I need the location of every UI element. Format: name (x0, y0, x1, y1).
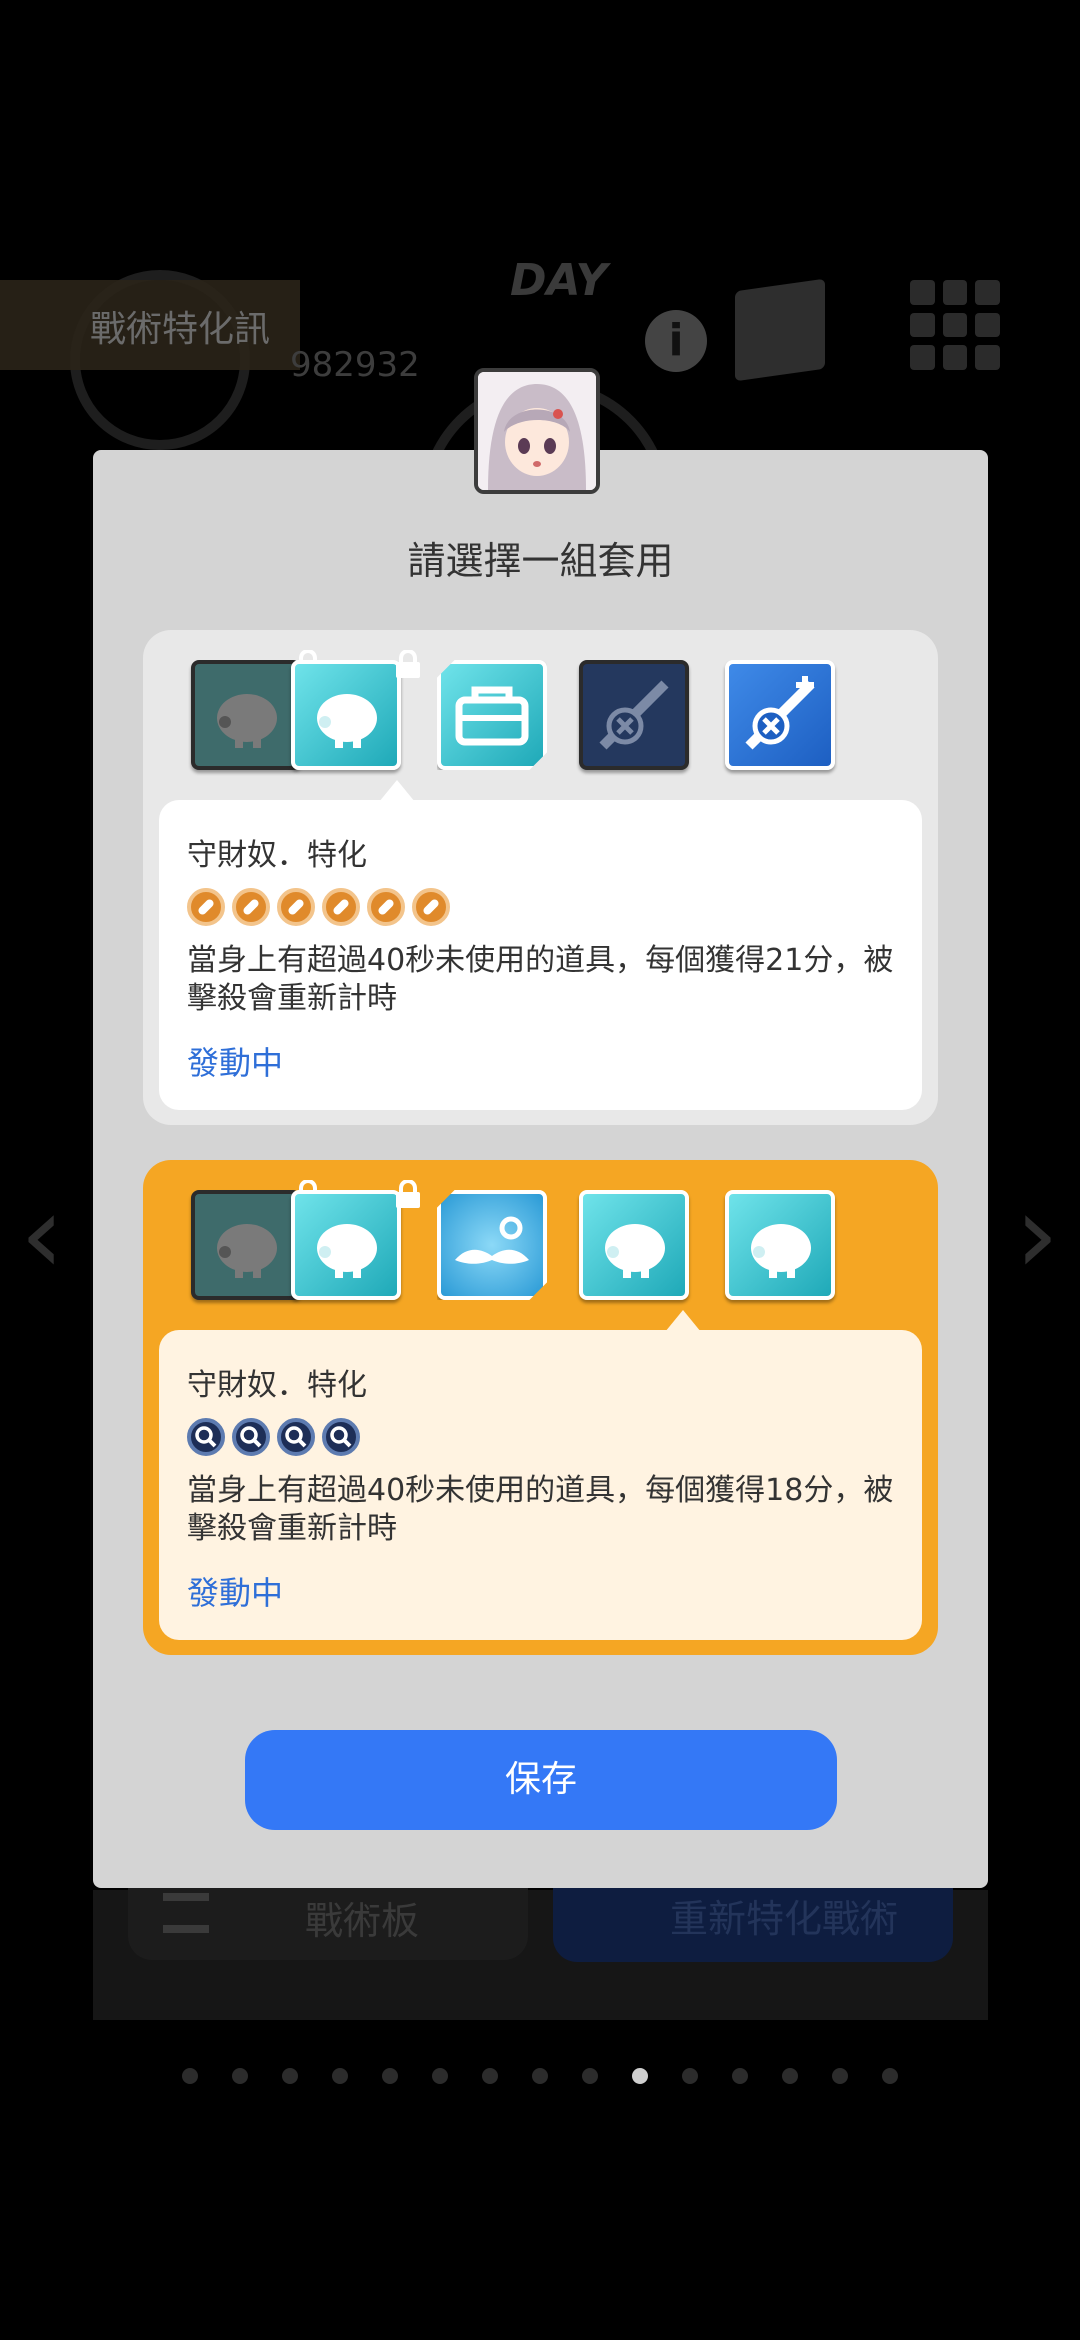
bg-score: 982932 (290, 345, 420, 385)
page-dot[interactable] (632, 2068, 648, 2084)
character-avatar (474, 368, 600, 494)
piggy-bank-icon (291, 660, 401, 770)
set-icons-row (191, 1180, 891, 1308)
disabled-sword-icon (579, 660, 689, 770)
page-dot[interactable] (182, 2068, 198, 2084)
page-dot[interactable] (332, 2068, 348, 2084)
piggy-bank-locked-icon (191, 1190, 301, 1300)
bandage-chip-icon (322, 888, 360, 926)
skill-status: 發動中 (187, 1574, 284, 1612)
magnifier-chip-icon (322, 1418, 360, 1456)
piggy-bank-icon (725, 1190, 835, 1300)
respec-label: 重新特化戰術 (670, 1897, 899, 1941)
page-dot[interactable] (282, 2068, 298, 2084)
tactics-board-label: 戰術板 (305, 1899, 420, 1943)
save-button[interactable]: 保存 (245, 1730, 837, 1830)
page-dot[interactable] (582, 2068, 598, 2084)
info-icon[interactable]: i (645, 310, 707, 372)
skill-level-chips (187, 888, 450, 926)
menu-icon (163, 1893, 209, 1933)
bandage-chip-icon (367, 888, 405, 926)
page-dot[interactable] (232, 2068, 248, 2084)
sword-upgrade-icon (725, 660, 835, 770)
set-detail-panel: 守財奴．特化 當身上有超過40秒未使用的道具，每個獲得21分，被擊殺會重新計時 … (159, 780, 922, 1110)
next-arrow-icon[interactable]: › (1015, 1170, 1059, 1298)
bandage-chip-icon (412, 888, 450, 926)
grid-menu-icon[interactable] (910, 280, 1000, 370)
piggy-bank-locked-icon (191, 660, 301, 770)
page-dot[interactable] (382, 2068, 398, 2084)
panel-pointer (379, 780, 415, 802)
magnifier-chip-icon (232, 1418, 270, 1456)
mustache-icon (437, 1190, 547, 1300)
bandage-chip-icon (232, 888, 270, 926)
page-dot[interactable] (732, 2068, 748, 2084)
select-set-dialog: 請選擇一組套用 守財奴．特化 當身上有超過40秒未使用的道具，每個獲得21分，被… (93, 450, 988, 1888)
magnifier-chip-icon (187, 1418, 225, 1456)
magnifier-chip-icon (277, 1418, 315, 1456)
lock-icon (396, 1180, 420, 1208)
page-dot[interactable] (482, 2068, 498, 2084)
skill-name: 守財奴．特化 (187, 1368, 367, 1403)
skill-description: 當身上有超過40秒未使用的道具，每個獲得18分，被擊殺會重新計時 (187, 1473, 894, 1546)
set-card-2[interactable]: 守財奴．特化 當身上有超過40秒未使用的道具，每個獲得18分，被擊殺會重新計時 … (143, 1160, 938, 1655)
set-detail-panel: 守財奴．特化 當身上有超過40秒未使用的道具，每個獲得18分，被擊殺會重新計時 … (159, 1310, 922, 1640)
page-dot[interactable] (532, 2068, 548, 2084)
dialog-title: 請選擇一組套用 (407, 539, 674, 583)
page-dot[interactable] (782, 2068, 798, 2084)
lock-icon (396, 650, 420, 678)
piggy-bank-icon (291, 1190, 401, 1300)
page-dot[interactable] (832, 2068, 848, 2084)
bg-day-label: DAY (510, 255, 608, 306)
panel-pointer (665, 1310, 701, 1332)
page-dot[interactable] (682, 2068, 698, 2084)
bandage-chip-icon (187, 888, 225, 926)
prev-arrow-icon[interactable]: ‹ (20, 1170, 64, 1298)
page-dot[interactable] (432, 2068, 448, 2084)
bag-icon (437, 660, 547, 770)
skill-level-chips (187, 1418, 360, 1456)
skill-name: 守財奴．特化 (187, 838, 367, 873)
page-dot[interactable] (882, 2068, 898, 2084)
skill-status: 發動中 (187, 1044, 284, 1082)
page-indicator (0, 2068, 1080, 2084)
set-card-1[interactable]: 守財奴．特化 當身上有超過40秒未使用的道具，每個獲得21分，被擊殺會重新計時 … (143, 630, 938, 1125)
piggy-bank-icon (579, 1190, 689, 1300)
set-icons-row (191, 650, 891, 778)
skill-description: 當身上有超過40秒未使用的道具，每個獲得21分，被擊殺會重新計時 (187, 943, 894, 1016)
bandage-chip-icon (277, 888, 315, 926)
box-icon[interactable] (735, 278, 825, 382)
bg-header-title: 戰術特化訊 (90, 309, 271, 350)
